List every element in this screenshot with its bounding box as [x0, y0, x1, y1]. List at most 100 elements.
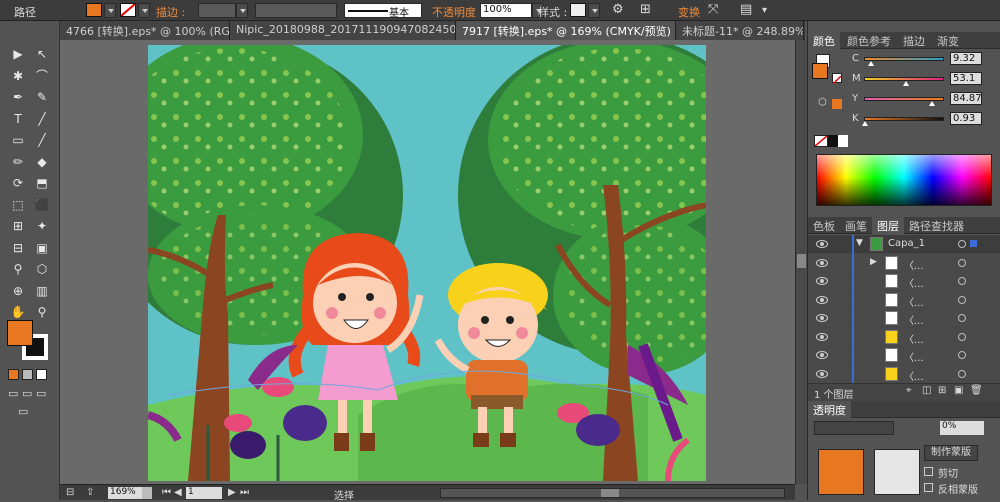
toolbox-fill-color[interactable]: [7, 320, 33, 346]
tool-icon[interactable]: ↖: [32, 45, 52, 63]
fill-indicator[interactable]: [812, 63, 828, 79]
out-of-gamut-icon[interactable]: ⬡: [818, 97, 827, 108]
artboard[interactable]: [148, 45, 706, 481]
layer-name[interactable]: Capa_1: [888, 238, 925, 249]
stroke-weight-input[interactable]: [198, 3, 236, 18]
target-circle-icon[interactable]: [958, 295, 966, 304]
graphic-style-swatch[interactable]: [570, 3, 586, 17]
delete-layer-icon[interactable]: 🗑: [970, 385, 983, 396]
tool-icon[interactable]: ✦: [32, 217, 52, 235]
tab-layers-panel[interactable]: 色板: [808, 217, 840, 234]
stroke-swatch[interactable]: [120, 3, 136, 17]
channel-value-input[interactable]: 9.32: [950, 52, 982, 65]
fill-swatch[interactable]: [86, 3, 102, 17]
target-circle-icon[interactable]: [958, 240, 966, 248]
tool-icon[interactable]: ▣: [32, 239, 52, 257]
tool-icon[interactable]: ⬚: [8, 196, 28, 214]
tool-icon[interactable]: ⊕: [8, 282, 28, 300]
sublayer-row[interactable]: 〈...: [808, 364, 1000, 384]
none-swatch[interactable]: [832, 73, 842, 85]
tab-color-panel[interactable]: 颜色参考: [842, 32, 896, 49]
channel-value-input[interactable]: 53.1: [950, 72, 982, 85]
share-icon[interactable]: ⇪: [86, 487, 94, 498]
tool-icon[interactable]: ▭: [8, 131, 28, 149]
gradient-mode-button[interactable]: [22, 369, 33, 380]
vertical-scrollbar[interactable]: [795, 40, 807, 484]
document-tab[interactable]: Nipic_20180988_20171119094708245000.ai*×: [230, 21, 456, 40]
document-tab[interactable]: 7917 [转换].eps* @ 169% (CMYK/预览)×: [456, 21, 676, 40]
channel-slider[interactable]: [864, 57, 944, 61]
slider-handle[interactable]: [903, 81, 910, 86]
tool-icon[interactable]: ╱: [32, 110, 52, 128]
sublayer-row[interactable]: 〈...: [808, 327, 1000, 347]
color-spectrum[interactable]: [816, 154, 992, 206]
document-tab[interactable]: 4766 [转换].eps* @ 100% (RG...×: [60, 21, 230, 40]
target-circle-icon[interactable]: [958, 332, 966, 341]
none-mode-button[interactable]: [36, 369, 47, 380]
color-mode-button[interactable]: [8, 369, 19, 380]
isolate-icon[interactable]: ⤧: [708, 2, 718, 17]
artboard-number-input[interactable]: 1: [186, 487, 222, 499]
target-circle-icon[interactable]: [958, 277, 966, 285]
invert-mask-checkbox[interactable]: [924, 483, 933, 492]
horizontal-scrollbar[interactable]: [440, 488, 785, 498]
horizontal-scroll-thumb[interactable]: [601, 489, 619, 497]
target-circle-icon[interactable]: [958, 258, 966, 267]
align-icon[interactable]: ⊞: [640, 2, 651, 17]
tool-icon[interactable]: ╱: [32, 131, 52, 149]
last-color-swatch[interactable]: [832, 99, 842, 109]
target-circle-icon[interactable]: [958, 314, 966, 322]
channel-value-input[interactable]: 84.87: [950, 92, 982, 105]
transparency-opacity-input[interactable]: 0%: [940, 421, 984, 435]
sublayer-name[interactable]: 〈...: [904, 331, 924, 346]
make-mask-button[interactable]: 制作蒙版: [924, 445, 978, 461]
variable-width-dropdown[interactable]: [255, 3, 337, 18]
visibility-eye-icon[interactable]: [816, 369, 828, 378]
opacity-label[interactable]: 不透明度 :: [432, 4, 483, 20]
tool-icon[interactable]: ⬛: [32, 196, 52, 214]
channel-value-input[interactable]: 0.93: [950, 112, 982, 125]
tool-icon[interactable]: T: [8, 110, 28, 128]
blend-mode-dropdown[interactable]: [814, 421, 894, 435]
tab-color-panel[interactable]: 颜色: [808, 32, 840, 49]
visibility-eye-icon[interactable]: [816, 295, 828, 304]
tool-icon[interactable]: ⚲: [8, 260, 28, 278]
draw-inside-icon[interactable]: ▭: [36, 387, 46, 400]
next-artboard-icon[interactable]: ▶: [228, 487, 236, 498]
sublayer-name[interactable]: 〈...: [904, 349, 924, 364]
visibility-eye-icon[interactable]: [816, 240, 828, 248]
brush-style-dropdown[interactable]: 基本: [344, 3, 422, 19]
none-color-button[interactable]: [814, 135, 828, 147]
expand-sublayer-icon[interactable]: ▶: [870, 257, 877, 267]
white-swatch[interactable]: [838, 135, 848, 147]
stroke-weight-dropdown[interactable]: [236, 3, 248, 18]
fill-dropdown[interactable]: [104, 3, 116, 18]
stroke-dropdown[interactable]: [138, 3, 150, 18]
tool-icon[interactable]: ▶: [8, 45, 28, 63]
visibility-eye-icon[interactable]: [816, 314, 828, 322]
new-sublayer-icon[interactable]: ⊞: [938, 385, 946, 396]
draw-behind-icon[interactable]: ▭: [22, 387, 32, 400]
slider-handle[interactable]: [868, 61, 875, 66]
tab-layers-panel[interactable]: 图层: [872, 217, 904, 234]
zoom-dropdown[interactable]: [142, 487, 152, 499]
tab-color-panel[interactable]: 渐变: [932, 32, 964, 49]
target-circle-icon[interactable]: [958, 351, 966, 359]
sublayer-name[interactable]: 〈...: [904, 294, 924, 309]
artboard-nav-icon[interactable]: ⊟: [66, 487, 74, 498]
selection-indicator[interactable]: [970, 240, 977, 247]
sublayer-row[interactable]: 〈...: [808, 290, 1000, 310]
slider-handle[interactable]: [861, 121, 868, 126]
mask-thumbnail[interactable]: [874, 449, 920, 495]
clip-checkbox[interactable]: [924, 467, 933, 476]
tool-icon[interactable]: ⊟: [8, 239, 28, 257]
locate-object-icon[interactable]: ⌖: [906, 385, 912, 396]
target-circle-icon[interactable]: [958, 369, 966, 378]
stroke-label[interactable]: 描边 :: [156, 4, 185, 20]
tool-icon[interactable]: ⚲: [32, 303, 52, 321]
document-setup-icon[interactable]: ⚙: [612, 2, 624, 17]
black-swatch[interactable]: [828, 135, 838, 147]
tab-color-panel[interactable]: 描边: [898, 32, 930, 49]
opacity-input[interactable]: 100%: [480, 3, 532, 18]
sublayer-row[interactable]: 〈...: [808, 346, 1000, 365]
